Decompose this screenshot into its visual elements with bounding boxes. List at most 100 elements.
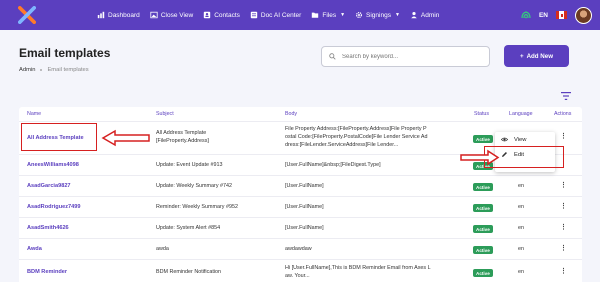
- template-body: [User.FullName]: [285, 183, 324, 189]
- image-icon: [150, 11, 158, 19]
- col-header-actions: Actions: [554, 111, 572, 117]
- nav-signings[interactable]: Signings ▼: [355, 11, 400, 19]
- table-row[interactable]: BDM Reminder BDM Reminder Notification H…: [19, 259, 582, 282]
- table-row[interactable]: AsadSmith4626 Update: System Alert #854 …: [19, 217, 582, 238]
- col-header-status[interactable]: Status: [474, 111, 489, 117]
- template-subject: All Address Template: [156, 130, 207, 136]
- doc-icon: [250, 11, 258, 19]
- template-language: en: [518, 204, 524, 210]
- template-body: [User.FullName]: [285, 225, 324, 231]
- status-badge: Active: [473, 269, 493, 277]
- nav-files-label: Files: [322, 11, 337, 19]
- eye-icon: [501, 137, 508, 142]
- template-body: [User.FullName]: [285, 204, 324, 210]
- template-name-link[interactable]: BDM Reminder: [27, 269, 67, 275]
- nav-signings-label: Signings: [366, 11, 391, 19]
- folder-icon: [312, 12, 319, 18]
- nav-close-view-label: Close View: [160, 11, 194, 19]
- status-badge: Active: [473, 246, 493, 254]
- plus-icon: +: [519, 52, 524, 60]
- nav-admin-label: Admin: [420, 11, 440, 19]
- filter-icon[interactable]: [561, 92, 571, 100]
- nav-close-view[interactable]: Close View: [150, 11, 193, 19]
- breadcrumb-current: Email templates: [47, 67, 89, 73]
- table-row[interactable]: AsadRodriguez7499 Reminder: Weekly Summa…: [19, 196, 582, 217]
- template-language: en: [518, 225, 524, 231]
- more-actions-icon[interactable]: ⋮: [560, 202, 567, 210]
- table-row[interactable]: AsadGarcia9827 Update: Weekly Summary #7…: [19, 175, 582, 196]
- more-actions-icon[interactable]: ⋮: [560, 267, 567, 275]
- col-header-body[interactable]: Body: [285, 111, 297, 117]
- top-right-controls: EN: [521, 0, 592, 30]
- user-avatar[interactable]: [575, 6, 592, 24]
- breadcrumb-admin[interactable]: Admin: [19, 67, 35, 73]
- template-body: File Property Address:[FileProperty.Addr…: [285, 126, 427, 132]
- template-body: dress:[FileLender.ServiceAddress]File Le…: [285, 142, 399, 148]
- breadcrumb-separator: [40, 69, 43, 71]
- template-name-link[interactable]: Awda: [27, 246, 42, 252]
- template-body: [User.FullName]&nbsp;[FileDigest.Type]: [285, 162, 381, 168]
- template-name-link[interactable]: AsadRodriguez7499: [27, 204, 80, 210]
- nav-doc-ai-center-label: Doc AI Center: [260, 11, 302, 19]
- nav-dashboard[interactable]: Dashboard: [97, 11, 140, 19]
- col-header-language[interactable]: Language: [509, 111, 533, 117]
- search-box[interactable]: [321, 46, 490, 67]
- template-language: en: [518, 269, 524, 275]
- search-input[interactable]: [342, 53, 482, 60]
- template-language: en: [518, 183, 524, 189]
- canada-flag-icon[interactable]: [556, 11, 567, 19]
- nav-dashboard-label: Dashboard: [108, 11, 140, 19]
- col-header-name[interactable]: Name: [27, 111, 41, 117]
- template-body: Hi [User.FullName],This is BDM Reminder …: [285, 265, 431, 271]
- annotation-box-template-name: [21, 123, 97, 151]
- contacts-icon: [204, 11, 211, 19]
- annotation-box-edit: [484, 146, 564, 168]
- person-icon: [411, 11, 417, 19]
- chevron-down-icon: ▼: [394, 12, 400, 18]
- nav-files[interactable]: Files ▼: [311, 11, 345, 19]
- chart-icon: [97, 11, 105, 19]
- status-badge: Active: [473, 135, 493, 143]
- gear-icon: [355, 11, 363, 19]
- menu-item-view[interactable]: View: [501, 136, 526, 143]
- template-body: aw. Your...: [285, 273, 310, 279]
- language-selector[interactable]: EN: [539, 12, 548, 19]
- template-subject: BDM Reminder Notification: [156, 269, 222, 275]
- template-name-link[interactable]: AsadSmith4626: [27, 225, 69, 231]
- top-navbar: Dashboard Close View Contacts Doc AI Cen…: [0, 0, 600, 30]
- more-actions-icon[interactable]: ⋮: [560, 244, 567, 252]
- template-language: en: [518, 246, 524, 252]
- col-header-subject[interactable]: Subject: [156, 111, 174, 117]
- template-subject: Update: Event Update #913: [156, 162, 223, 168]
- more-actions-icon[interactable]: ⋮: [560, 132, 567, 140]
- nav-contacts[interactable]: Contacts: [203, 11, 240, 19]
- page-title: Email templates: [19, 46, 111, 60]
- template-subject: Reminder: Weekly Summary #952: [156, 204, 238, 210]
- template-body: ostal Code:[FileProperty.PostalCode]File…: [285, 134, 428, 140]
- template-subject: [FileProperty.Address]: [156, 138, 209, 144]
- template-name-link[interactable]: AneesWilliams4098: [27, 162, 79, 168]
- table-header: Name Subject Body Status Language Action…: [19, 107, 582, 121]
- app-logo[interactable]: [18, 6, 36, 24]
- status-badge: Active: [473, 225, 493, 233]
- more-actions-icon[interactable]: ⋮: [560, 181, 567, 189]
- breadcrumb: Admin Email templates: [19, 67, 89, 73]
- table-row[interactable]: Awda awda awdawdaw Active en ⋮: [19, 238, 582, 259]
- main-nav: Dashboard Close View Contacts Doc AI Cen…: [97, 0, 439, 30]
- template-body: awdawdaw: [285, 246, 312, 252]
- add-new-button[interactable]: + Add New: [504, 45, 569, 67]
- chevron-down-icon: ▼: [340, 12, 346, 18]
- template-subject: awda: [156, 246, 169, 252]
- search-icon: [329, 53, 336, 60]
- status-badge: Active: [473, 183, 493, 191]
- add-new-label: Add New: [526, 52, 554, 60]
- nav-contacts-label: Contacts: [214, 11, 240, 19]
- template-subject: Update: System Alert #854: [156, 225, 221, 231]
- more-actions-icon[interactable]: ⋮: [560, 223, 567, 231]
- nav-doc-ai-center[interactable]: Doc AI Center: [250, 11, 301, 19]
- template-subject: Update: Weekly Summary #742: [156, 183, 233, 189]
- signal-icon: [521, 11, 531, 19]
- nav-admin[interactable]: Admin: [410, 11, 439, 19]
- template-name-link[interactable]: AsadGarcia9827: [27, 183, 71, 189]
- menu-item-view-label: View: [514, 136, 527, 143]
